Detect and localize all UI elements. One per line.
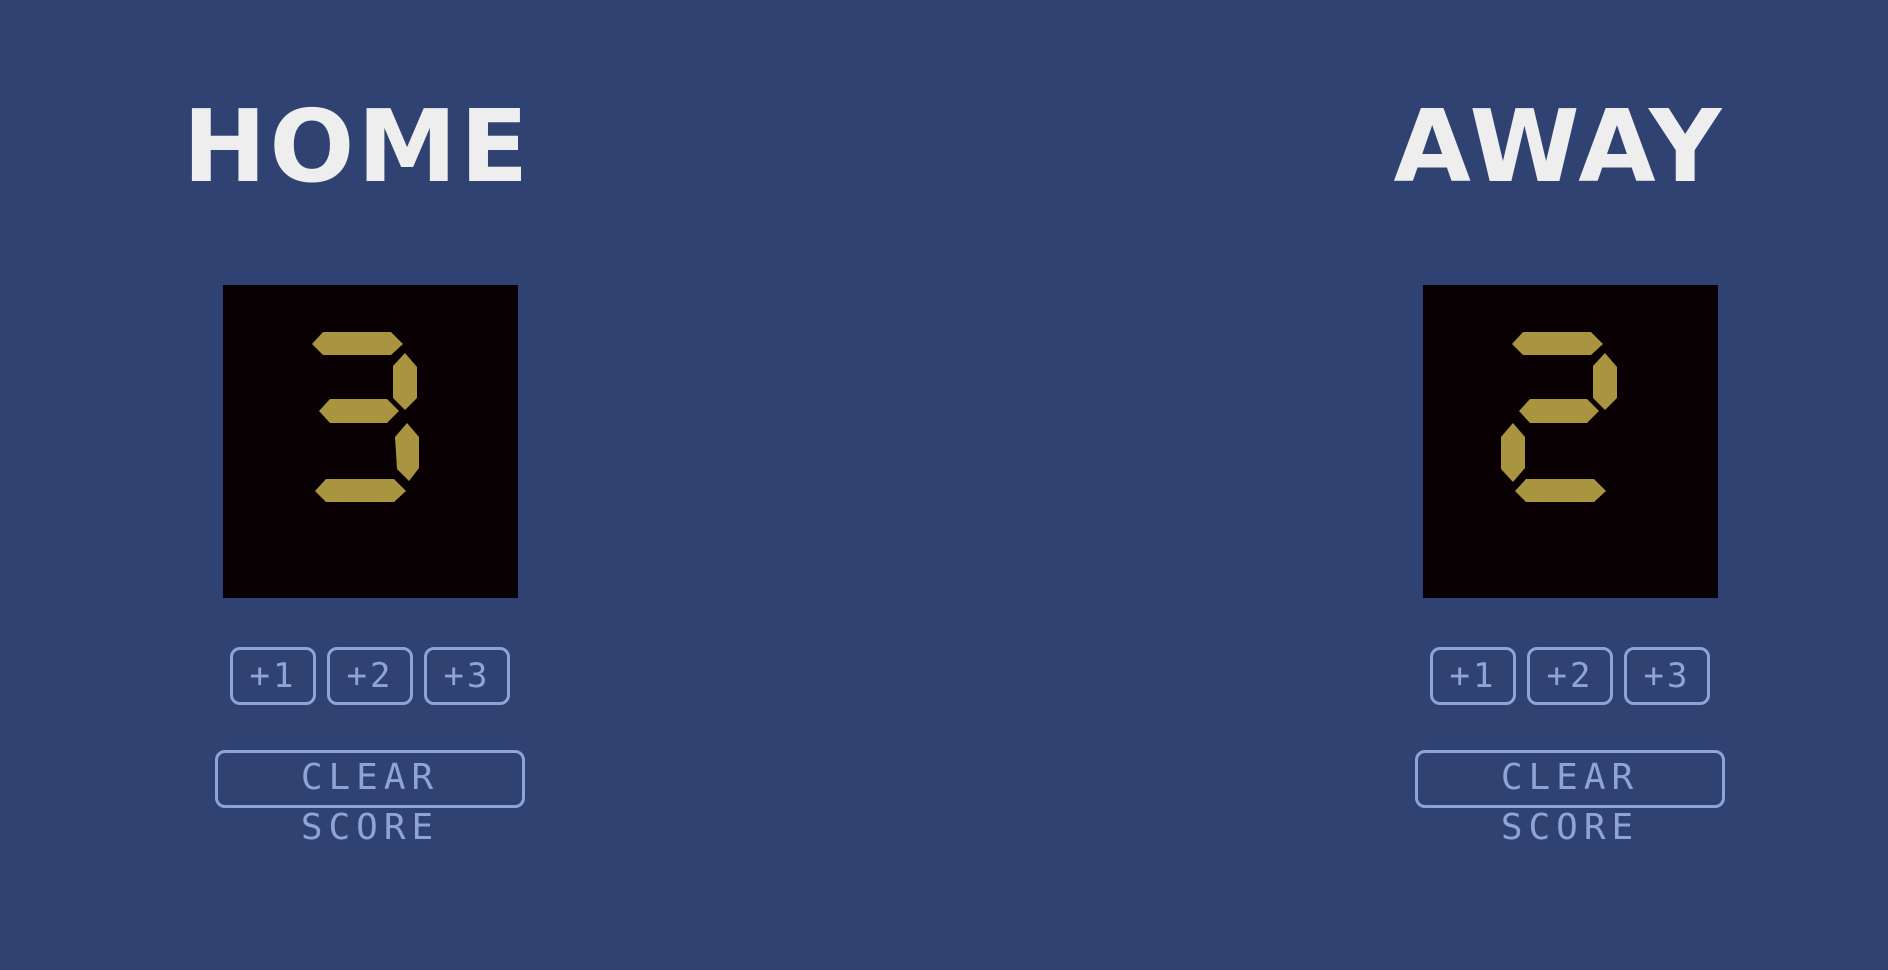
home-seven-segment-digit [299, 332, 419, 502]
away-digit-segment-d [1515, 479, 1606, 502]
home-digit-segment-g [319, 399, 399, 423]
away-seven-segment-digit [1499, 332, 1619, 502]
away-add-2-button[interactable]: +2 [1527, 647, 1613, 705]
away-team-panel: AWAY 2 +1 +2 +3 CLEAR SCORE [1370, 0, 1770, 970]
away-digit-segment-f [1499, 353, 1523, 410]
home-digit-segment-e [301, 423, 325, 482]
away-digit-segment-c [1595, 423, 1619, 481]
home-add-buttons: +1 +2 +3 [230, 647, 512, 705]
away-add-3-button[interactable]: +3 [1624, 647, 1710, 705]
home-add-1-button[interactable]: +1 [230, 647, 316, 705]
home-add-3-button[interactable]: +3 [424, 647, 510, 705]
home-team-title: HOME [182, 88, 532, 205]
away-digit-segment-g [1519, 399, 1599, 423]
away-digit-segment-b [1593, 353, 1617, 410]
away-clear-score-button[interactable]: CLEAR SCORE [1415, 750, 1725, 848]
home-digit-segment-a [312, 332, 403, 355]
away-add-1-button[interactable]: +1 [1430, 647, 1516, 705]
home-digit-segment-b [393, 353, 417, 410]
away-team-title: AWAY [1393, 88, 1725, 205]
home-score-display: 3 [223, 285, 518, 598]
home-clear-score-button[interactable]: CLEAR SCORE [215, 750, 525, 848]
away-digit-segment-a [1512, 332, 1603, 355]
home-team-panel: HOME 3 +1 +2 +3 CLEAR SCORE [170, 0, 570, 970]
home-digit-segment-f [299, 353, 323, 410]
away-digit-segment-e [1501, 423, 1525, 482]
home-digit-segment-c [395, 423, 419, 481]
away-add-buttons: +1 +2 +3 [1430, 647, 1712, 705]
away-score-display: 2 [1423, 285, 1718, 598]
home-add-2-button[interactable]: +2 [327, 647, 413, 705]
home-digit-segment-d [315, 479, 406, 502]
